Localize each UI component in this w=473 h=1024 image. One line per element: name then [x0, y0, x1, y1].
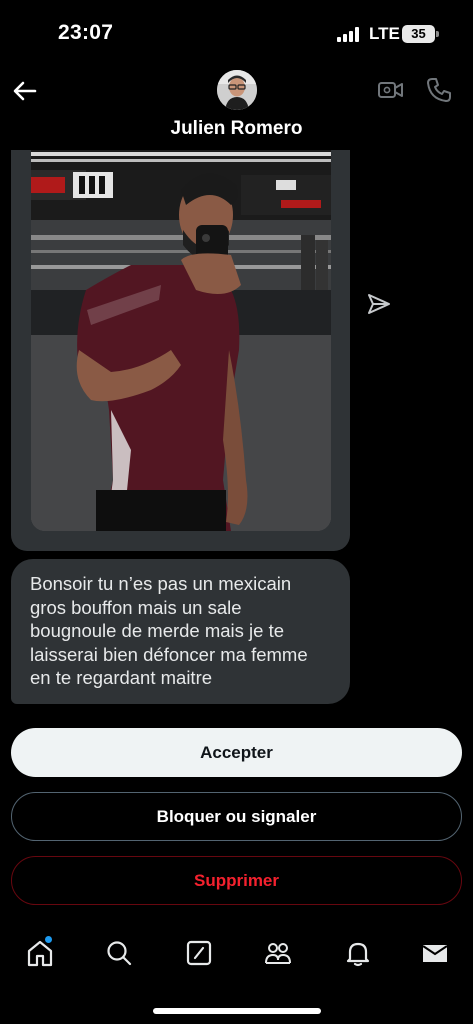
video-call-button[interactable]	[377, 78, 405, 102]
nav-compose[interactable]	[184, 938, 214, 968]
block-or-report-button[interactable]: Bloquer ou signaler	[11, 792, 462, 841]
home-icon	[27, 940, 53, 967]
notification-dot	[45, 936, 52, 943]
phone-icon	[427, 78, 451, 102]
status-time: 23:07	[58, 21, 114, 44]
notifications-icon	[346, 942, 370, 967]
text-message[interactable]: Bonsoir tu n’es pas un mexicain gros bou…	[11, 559, 350, 704]
communities-icon	[265, 943, 291, 964]
messages-icon	[422, 945, 448, 962]
status-bar: 23:07 LTE 35	[0, 0, 473, 62]
home-indicator[interactable]	[153, 1008, 321, 1014]
battery-icon: 35	[402, 25, 435, 43]
image-message[interactable]	[11, 150, 350, 551]
photo-image	[31, 150, 331, 531]
message-photo[interactable]	[31, 150, 331, 531]
nav-search[interactable]	[104, 938, 134, 968]
back-button[interactable]	[10, 76, 40, 106]
conversation-header: Julien Romero	[0, 62, 473, 150]
accept-button[interactable]: Accepter	[11, 728, 462, 777]
arrow-left-icon	[13, 81, 37, 101]
network-type: LTE	[369, 24, 400, 43]
signal-icon	[337, 27, 361, 42]
nav-messages[interactable]	[420, 938, 450, 968]
avatar-image	[217, 70, 257, 110]
nav-communities[interactable]	[263, 938, 293, 968]
send-icon	[368, 294, 390, 314]
video-camera-icon	[378, 82, 403, 98]
search-icon	[107, 941, 132, 966]
delete-button[interactable]: Supprimer	[11, 856, 462, 905]
contact-name[interactable]: Julien Romero	[0, 118, 473, 140]
nav-notifications[interactable]	[343, 938, 373, 968]
compose-icon	[186, 940, 212, 966]
share-button[interactable]	[366, 291, 392, 317]
nav-home[interactable]	[25, 936, 55, 968]
avatar[interactable]	[217, 70, 257, 110]
message-text: Bonsoir tu n’es pas un mexicain gros bou…	[30, 573, 308, 689]
bottom-nav	[0, 930, 473, 980]
battery-cap	[436, 31, 439, 37]
voice-call-button[interactable]	[425, 76, 453, 104]
